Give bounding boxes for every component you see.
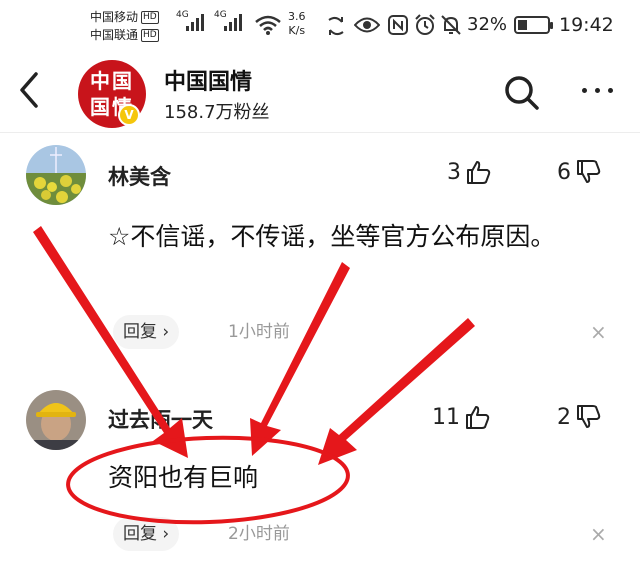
red-arrow-icon <box>250 262 350 456</box>
dislike-count: 6 <box>557 159 571 185</box>
account-name[interactable]: 中国国情 <box>164 64 252 96</box>
comment-username[interactable]: 过去雨一天 <box>108 404 213 434</box>
thumbs-down-icon <box>577 405 601 428</box>
alarm-icon <box>415 14 435 35</box>
hd-badge: HD <box>141 10 159 24</box>
carrier-2: 中国联通 <box>90 28 139 42</box>
eye-icon <box>354 17 380 33</box>
search-icon[interactable] <box>503 74 541 112</box>
nfc-icon <box>388 15 408 35</box>
header: 中国国情 V 中国国情 158.7万粉丝 <box>0 52 640 132</box>
comment-username[interactable]: 林美含 <box>108 161 171 191</box>
chevron-right-icon: › <box>162 524 170 544</box>
signal-icon: 4G <box>214 10 242 31</box>
carrier-1: 中国移动 <box>90 10 139 24</box>
like-count: 3 <box>447 159 461 185</box>
like-button[interactable]: 11 <box>432 404 490 430</box>
battery-icon <box>514 16 553 34</box>
more-options-icon[interactable] <box>582 88 613 93</box>
back-arrow-icon[interactable] <box>14 70 44 110</box>
carrier-labels: 中国移动 HD 中国联通 HD <box>90 8 159 44</box>
mute-bell-icon <box>441 15 461 35</box>
comment-time: 2小时前 <box>228 524 290 544</box>
hd-badge: HD <box>141 28 159 42</box>
thumbs-up-icon <box>467 161 491 184</box>
comment-text: ☆不信谣，不传谣，坐等官方公布原因。 <box>108 222 556 251</box>
network-speed: 3.6 K/s <box>288 10 306 37</box>
dislike-button[interactable]: 6 <box>557 159 601 185</box>
battery-percentage: 32% <box>467 14 508 35</box>
red-arrow-icon <box>318 318 475 465</box>
reply-button[interactable]: 回复 › <box>113 517 180 551</box>
wifi-icon <box>255 15 281 35</box>
dislike-button[interactable]: 2 <box>557 404 601 430</box>
close-icon[interactable]: × <box>590 315 607 349</box>
close-icon[interactable]: × <box>590 517 607 551</box>
user-avatar[interactable] <box>26 390 86 450</box>
comment-text: 资阳也有巨响 <box>108 463 259 492</box>
sync-icon <box>328 16 344 36</box>
clock: 19:42 <box>559 14 614 36</box>
status-bar: 中国移动 HD 中国联通 HD 4G 4G 3.6 K/s 32% 19:42 <box>0 0 640 52</box>
signal-icon: 4G <box>176 10 204 31</box>
header-divider <box>0 132 640 133</box>
reply-button[interactable]: 回复 › <box>113 315 180 349</box>
dislike-count: 2 <box>557 404 571 430</box>
fans-count: 158.7万粉丝 <box>164 102 270 123</box>
like-button[interactable]: 3 <box>447 159 491 185</box>
comment-time: 1小时前 <box>228 322 290 342</box>
thumbs-up-icon <box>466 406 490 429</box>
verified-badge: V <box>118 104 140 126</box>
like-count: 11 <box>432 404 460 430</box>
user-avatar[interactable] <box>26 145 86 205</box>
chevron-right-icon: › <box>162 322 170 342</box>
thumbs-down-icon <box>577 160 601 183</box>
